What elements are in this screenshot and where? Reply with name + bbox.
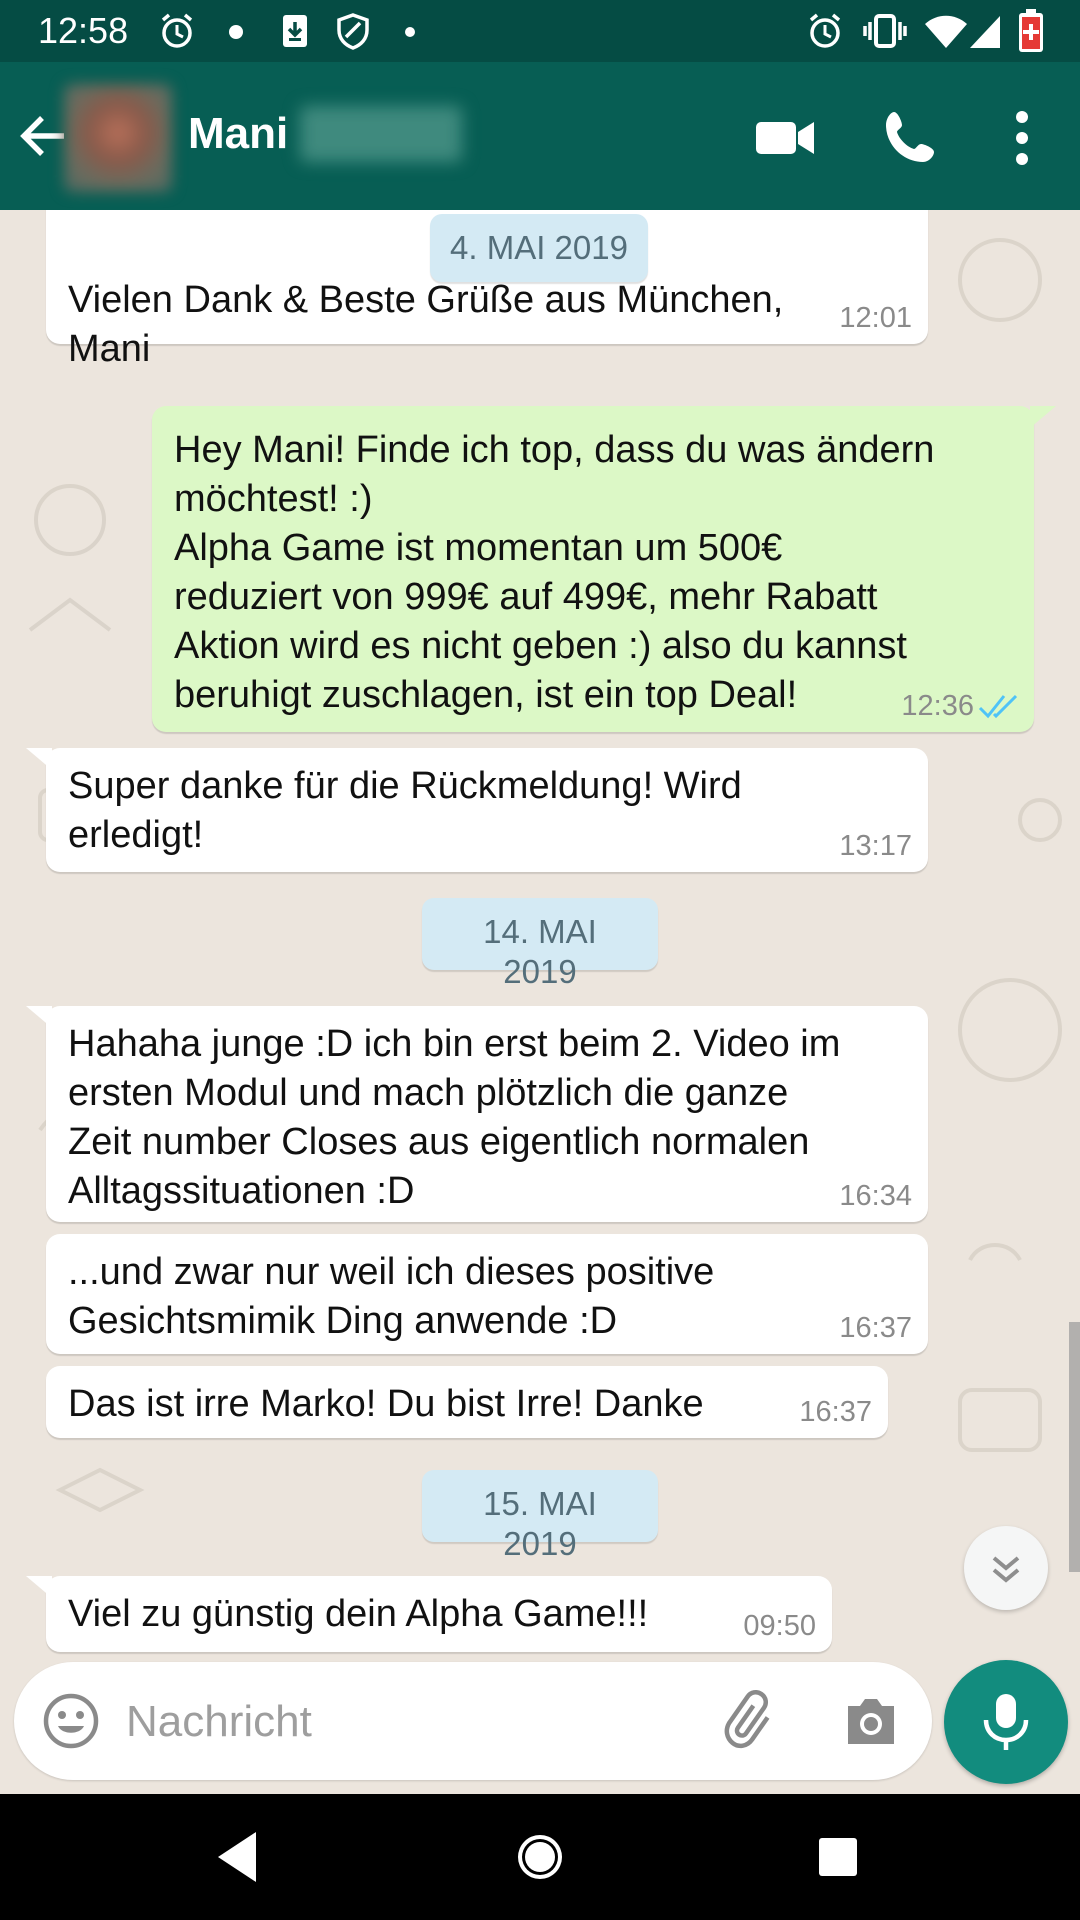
signal-icon (970, 16, 1000, 48)
message-input[interactable]: Nachricht (126, 1696, 312, 1748)
message-time: 16:37 (799, 1396, 872, 1428)
emoji-icon[interactable] (42, 1692, 100, 1750)
bubble-tail (26, 1006, 52, 1028)
date-divider: 15. MAI 2019 (422, 1470, 658, 1562)
attach-icon[interactable] (722, 1690, 784, 1752)
bubble-tail (26, 1576, 52, 1598)
voice-message-button[interactable] (944, 1660, 1068, 1784)
alarm-icon (809, 13, 841, 48)
camera-icon[interactable] (842, 1692, 900, 1750)
video-call-icon[interactable] (748, 102, 820, 174)
message-bubble-incoming[interactable]: ...und zwar nur weil ich dieses positive… (46, 1234, 928, 1354)
system-nav-bar (0, 1794, 1080, 1920)
message-composer: Nachricht (14, 1662, 932, 1780)
vibrate-icon (863, 14, 907, 48)
whatsapp-chat-screen: 12:58 Mani Vielen Dank & Beste Grüße aus… (0, 0, 1080, 1920)
phone-icon[interactable] (874, 102, 946, 174)
message-text: Vielen Dank & Beste Grüße aus München, M… (68, 279, 784, 370)
double-chevron-down-icon (992, 1556, 1020, 1583)
bubble-tail (1030, 406, 1056, 428)
date-divider: 4. MAI 2019 (430, 214, 648, 282)
message-time: 16:37 (839, 1312, 912, 1344)
status-time: 12:58 (38, 10, 129, 51)
message-time: 12:01 (839, 302, 912, 334)
date-divider: 14. MAI 2019 (422, 898, 658, 990)
read-receipt-icon (978, 694, 1018, 719)
scrollbar-thumb[interactable] (1069, 1322, 1080, 1572)
message-time: 13:17 (839, 830, 912, 862)
more-vert-icon[interactable] (986, 102, 1058, 174)
message-bubble-incoming[interactable]: Viel zu günstig dein Alpha Game!!! 09:50 (46, 1576, 832, 1652)
message-bubble-incoming[interactable]: Hahaha junge :D ich bin erst beim 2. Vid… (46, 1006, 928, 1222)
message-text: Hey Mani! Finde ich top, dass du was änd… (174, 429, 935, 716)
nav-recents-icon[interactable] (805, 1824, 871, 1890)
contact-surname-blurred (300, 106, 462, 162)
message-text: Super danke für die Rückmeldung! Wird er… (68, 765, 742, 856)
message-list[interactable]: Vielen Dank & Beste Grüße aus München, M… (0, 210, 1080, 1794)
message-time: 09:50 (743, 1610, 816, 1642)
status-bar: 12:58 (0, 0, 1080, 62)
message-text: Hahaha junge :D ich bin erst beim 2. Vid… (68, 1023, 841, 1212)
dot-icon (229, 25, 243, 39)
message-time: 12:36 (901, 690, 974, 722)
download-icon (283, 15, 307, 47)
bubble-tail (26, 748, 52, 770)
message-text: Viel zu günstig dein Alpha Game!!! (68, 1593, 649, 1635)
message-bubble-incoming[interactable]: Das ist irre Marko! Du bist Irre! Danke … (46, 1366, 888, 1438)
nav-home-icon[interactable] (507, 1824, 573, 1890)
wifi-icon (925, 15, 967, 48)
mic-icon (983, 1694, 1029, 1750)
message-time: 16:34 (839, 1180, 912, 1212)
message-bubble-outgoing[interactable]: Hey Mani! Finde ich top, dass du was änd… (152, 406, 1034, 732)
chat-header: Mani (0, 62, 1080, 210)
contact-avatar[interactable] (64, 84, 172, 192)
dot-icon (405, 27, 415, 37)
message-bubble-incoming[interactable]: Super danke für die Rückmeldung! Wird er… (46, 748, 928, 872)
shield-icon (337, 13, 369, 50)
message-text: Das ist irre Marko! Du bist Irre! Danke (68, 1383, 704, 1425)
contact-name[interactable]: Mani (188, 108, 288, 160)
nav-back-icon[interactable] (206, 1824, 272, 1890)
battery-icon (1019, 9, 1043, 52)
alarm-icon (161, 13, 193, 48)
scroll-to-bottom-button[interactable] (964, 1526, 1048, 1610)
message-text: ...und zwar nur weil ich dieses positive… (68, 1251, 715, 1342)
